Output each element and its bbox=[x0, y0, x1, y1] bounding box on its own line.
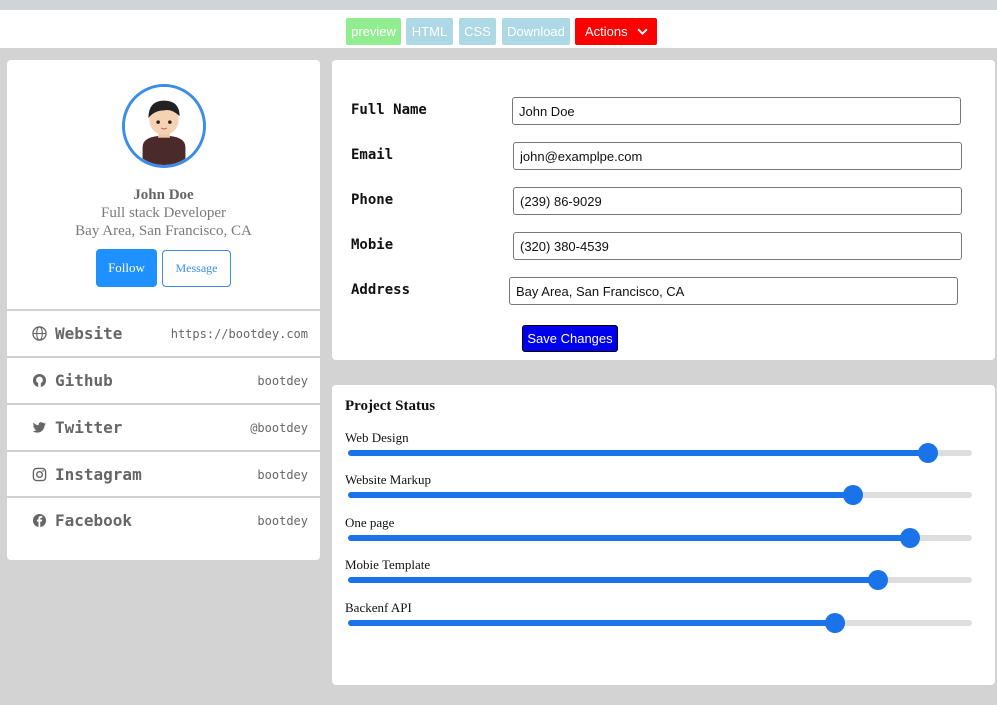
form-row-mobile: Mobie bbox=[332, 232, 995, 260]
social-value: bootdey bbox=[257, 467, 308, 482]
progress-slider[interactable] bbox=[348, 528, 972, 548]
full-name-input[interactable] bbox=[512, 97, 961, 125]
slider-fill bbox=[348, 535, 910, 541]
progress-slider[interactable] bbox=[348, 613, 972, 633]
social-row-facebook[interactable]: Facebook bootdey bbox=[7, 496, 320, 543]
actions-dropdown[interactable]: Actions bbox=[575, 18, 657, 45]
status-row: Web Design bbox=[332, 430, 995, 470]
field-label: Mobie bbox=[351, 237, 394, 253]
facebook-icon bbox=[32, 513, 47, 528]
email-input[interactable] bbox=[513, 142, 962, 170]
field-label: Phone bbox=[351, 192, 394, 208]
social-row-instagram[interactable]: Instagram bootdey bbox=[7, 450, 320, 497]
status-row: One page bbox=[332, 515, 995, 555]
field-label: Email bbox=[351, 147, 394, 163]
social-label: Github bbox=[55, 371, 113, 390]
social-value: bootdey bbox=[257, 373, 308, 388]
html-button[interactable]: HTML bbox=[406, 18, 453, 45]
profile-role: Full stack Developer bbox=[101, 205, 226, 221]
avatar-image bbox=[125, 87, 203, 165]
preview-button[interactable]: preview bbox=[346, 18, 401, 45]
progress-slider[interactable] bbox=[348, 570, 972, 590]
social-label: Facebook bbox=[55, 511, 133, 530]
social-row-twitter[interactable]: Twitter @bootdey bbox=[7, 403, 320, 450]
globe-icon bbox=[32, 326, 47, 341]
social-value: bootdey bbox=[257, 513, 308, 528]
form-row-phone: Phone bbox=[332, 187, 995, 215]
profile-name: John Doe bbox=[133, 187, 194, 203]
css-button[interactable]: CSS bbox=[459, 18, 496, 45]
slider-thumb[interactable] bbox=[843, 485, 864, 505]
form-row-address: Address bbox=[332, 277, 995, 305]
mobile-input[interactable] bbox=[513, 232, 962, 260]
status-label: Website Markup bbox=[345, 472, 431, 487]
address-input[interactable] bbox=[509, 277, 958, 305]
field-label: Address bbox=[351, 282, 411, 298]
status-label: One page bbox=[345, 515, 395, 530]
social-label-wrap: Facebook bbox=[32, 511, 132, 530]
save-changes-button[interactable]: Save Changes bbox=[522, 325, 618, 352]
top-strip bbox=[0, 0, 997, 10]
download-button[interactable]: Download bbox=[502, 18, 570, 45]
status-label: Web Design bbox=[345, 430, 409, 445]
toolbar: preview HTML CSS Download Actions bbox=[0, 10, 997, 48]
slider-fill bbox=[348, 620, 835, 626]
slider-thumb[interactable] bbox=[899, 528, 920, 548]
social-label-wrap: Instagram bbox=[32, 465, 142, 484]
field-label: Full Name bbox=[351, 102, 427, 118]
avatar bbox=[122, 84, 206, 168]
status-label: Mobie Template bbox=[345, 557, 431, 572]
social-label: Twitter bbox=[55, 418, 123, 437]
twitter-icon bbox=[32, 422, 47, 433]
slider-fill bbox=[348, 577, 879, 583]
details-form-card: Full Name Email Phone Mobie Address Save… bbox=[332, 60, 995, 360]
project-status-title: Project Status bbox=[345, 398, 436, 414]
social-row-website[interactable]: Website https://bootdey.com bbox=[7, 309, 320, 356]
progress-slider[interactable] bbox=[348, 485, 972, 505]
slider-thumb[interactable] bbox=[868, 570, 889, 590]
social-label-wrap: Github bbox=[32, 371, 113, 390]
follow-button[interactable]: Follow bbox=[96, 249, 157, 287]
project-status-card: Project Status Web Design Website Markup… bbox=[332, 385, 995, 685]
profile-card: John Doe Full stack Developer Bay Area, … bbox=[7, 60, 320, 560]
slider-fill bbox=[348, 492, 854, 498]
phone-input[interactable] bbox=[513, 187, 962, 215]
instagram-icon bbox=[32, 467, 47, 482]
social-label-wrap: Website bbox=[32, 324, 122, 343]
social-label: Website bbox=[55, 324, 123, 343]
slider-thumb[interactable] bbox=[824, 613, 845, 633]
status-row: Website Markup bbox=[332, 472, 995, 512]
status-label: Backenf API bbox=[345, 600, 412, 615]
github-icon bbox=[32, 373, 47, 388]
progress-slider[interactable] bbox=[348, 443, 972, 463]
social-row-github[interactable]: Github bootdey bbox=[7, 356, 320, 403]
slider-fill bbox=[348, 450, 929, 456]
form-row-full-name: Full Name bbox=[332, 97, 995, 125]
social-value: https://bootdey.com bbox=[170, 326, 308, 341]
form-row-email: Email bbox=[332, 142, 995, 170]
social-label: Instagram bbox=[55, 465, 142, 484]
social-value: @bootdey bbox=[250, 420, 308, 435]
profile-location: Bay Area, San Francisco, CA bbox=[75, 223, 252, 239]
social-label-wrap: Twitter bbox=[32, 418, 122, 437]
status-row: Backenf API bbox=[332, 600, 995, 640]
chevron-down-icon bbox=[637, 28, 648, 36]
slider-thumb[interactable] bbox=[918, 443, 939, 463]
status-row: Mobie Template bbox=[332, 557, 995, 597]
message-button[interactable]: Message bbox=[162, 250, 231, 287]
actions-label: Actions bbox=[585, 24, 628, 39]
